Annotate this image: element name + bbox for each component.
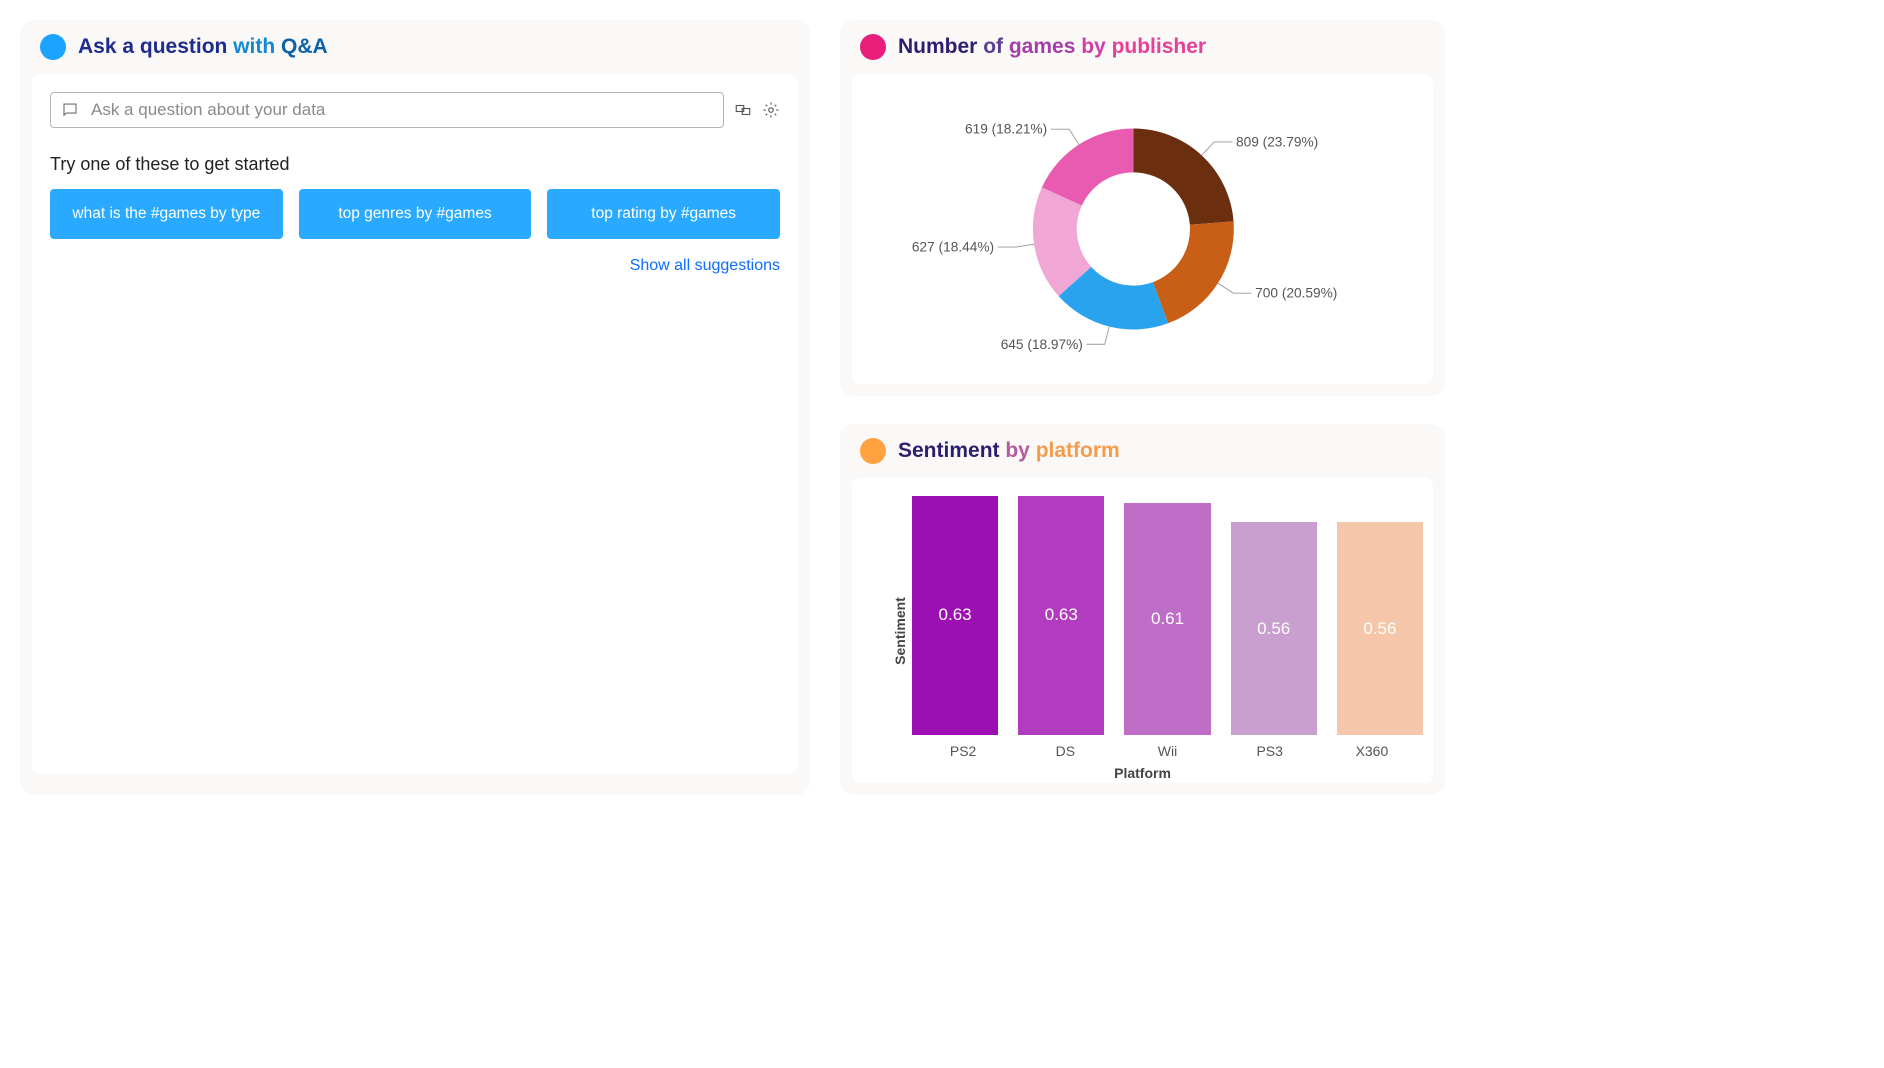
bar-chart: 0.630.630.610.560.56 [912, 488, 1423, 735]
bar-xlabel: Platform [1114, 765, 1171, 781]
donut-slice[interactable] [1133, 129, 1233, 225]
qa-input[interactable] [89, 99, 713, 121]
bar-value-label: 0.63 [1018, 496, 1104, 735]
bar[interactable]: 0.63 [912, 488, 998, 735]
donut-dot-icon [860, 34, 886, 60]
bar-ylabel: Sentiment [892, 597, 908, 665]
qa-card-body: Try one of these to get started what is … [32, 74, 798, 774]
bar[interactable]: 0.56 [1337, 488, 1423, 735]
donut-chart: 809 (23.79%) 700 (20.59%) 645 (18.97%) 627 … [870, 92, 1415, 366]
qa-card: Ask a question with Q&A Try one of these… [20, 20, 810, 795]
donut-slice-label: 619 (18.21%) [965, 122, 1047, 137]
suggestion-button[interactable]: what is the #games by type [50, 189, 283, 239]
qa-input-box[interactable] [50, 92, 724, 128]
bar-dot-icon [860, 438, 886, 464]
bar[interactable]: 0.56 [1231, 488, 1317, 735]
qa-helper-text: Try one of these to get started [50, 154, 780, 175]
donut-card-body: 809 (23.79%) 700 (20.59%) 645 (18.97%) 627 … [852, 74, 1433, 384]
donut-title: Number of games by publisher [898, 35, 1206, 59]
suggestion-button[interactable]: top rating by #games [547, 189, 780, 239]
donut-slice-label: 645 (18.97%) [1001, 337, 1083, 352]
bar-category-label: Wii [1116, 743, 1218, 759]
qa-title: Ask a question with Q&A [78, 35, 328, 59]
bar-category-label: X360 [1321, 743, 1423, 759]
bar-card: Sentiment by platform Sentiment 0.630.63… [840, 424, 1445, 795]
suggestion-button[interactable]: top genres by #games [299, 189, 532, 239]
bar-value-label: 0.56 [1231, 522, 1317, 735]
suggestions-row: what is the #games by type top genres by … [50, 189, 780, 239]
donut-card-header: Number of games by publisher [840, 20, 1445, 74]
bar-category-label: PS2 [912, 743, 1014, 759]
bar[interactable]: 0.63 [1018, 488, 1104, 735]
chat-icon [61, 101, 79, 119]
show-all-suggestions-link[interactable]: Show all suggestions [50, 257, 780, 275]
bar-category-label: DS [1014, 743, 1116, 759]
donut-card: Number of games by publisher 809 (23.79%… [840, 20, 1445, 396]
gear-icon[interactable] [762, 101, 780, 119]
bar-card-body: Sentiment 0.630.630.610.560.56 PS2DSWiiP… [852, 478, 1433, 783]
bar-value-label: 0.61 [1124, 503, 1210, 735]
qa-dot-icon [40, 34, 66, 60]
bar-xaxis-labels: PS2DSWiiPS3X360 [912, 743, 1423, 759]
donut-slice-label: 809 (23.79%) [1236, 134, 1318, 149]
donut-slice-label: 627 (18.44%) [912, 240, 994, 255]
bar-title: Sentiment by platform [898, 439, 1120, 463]
bar-value-label: 0.56 [1337, 522, 1423, 735]
bar-card-header: Sentiment by platform [840, 424, 1445, 478]
related-icon[interactable] [734, 101, 752, 119]
bar-category-label: PS3 [1219, 743, 1321, 759]
qa-card-header: Ask a question with Q&A [20, 20, 810, 74]
bar[interactable]: 0.61 [1124, 488, 1210, 735]
donut-slice-label: 700 (20.59%) [1255, 286, 1337, 301]
bar-value-label: 0.63 [912, 496, 998, 735]
donut-slice[interactable] [1153, 221, 1234, 323]
